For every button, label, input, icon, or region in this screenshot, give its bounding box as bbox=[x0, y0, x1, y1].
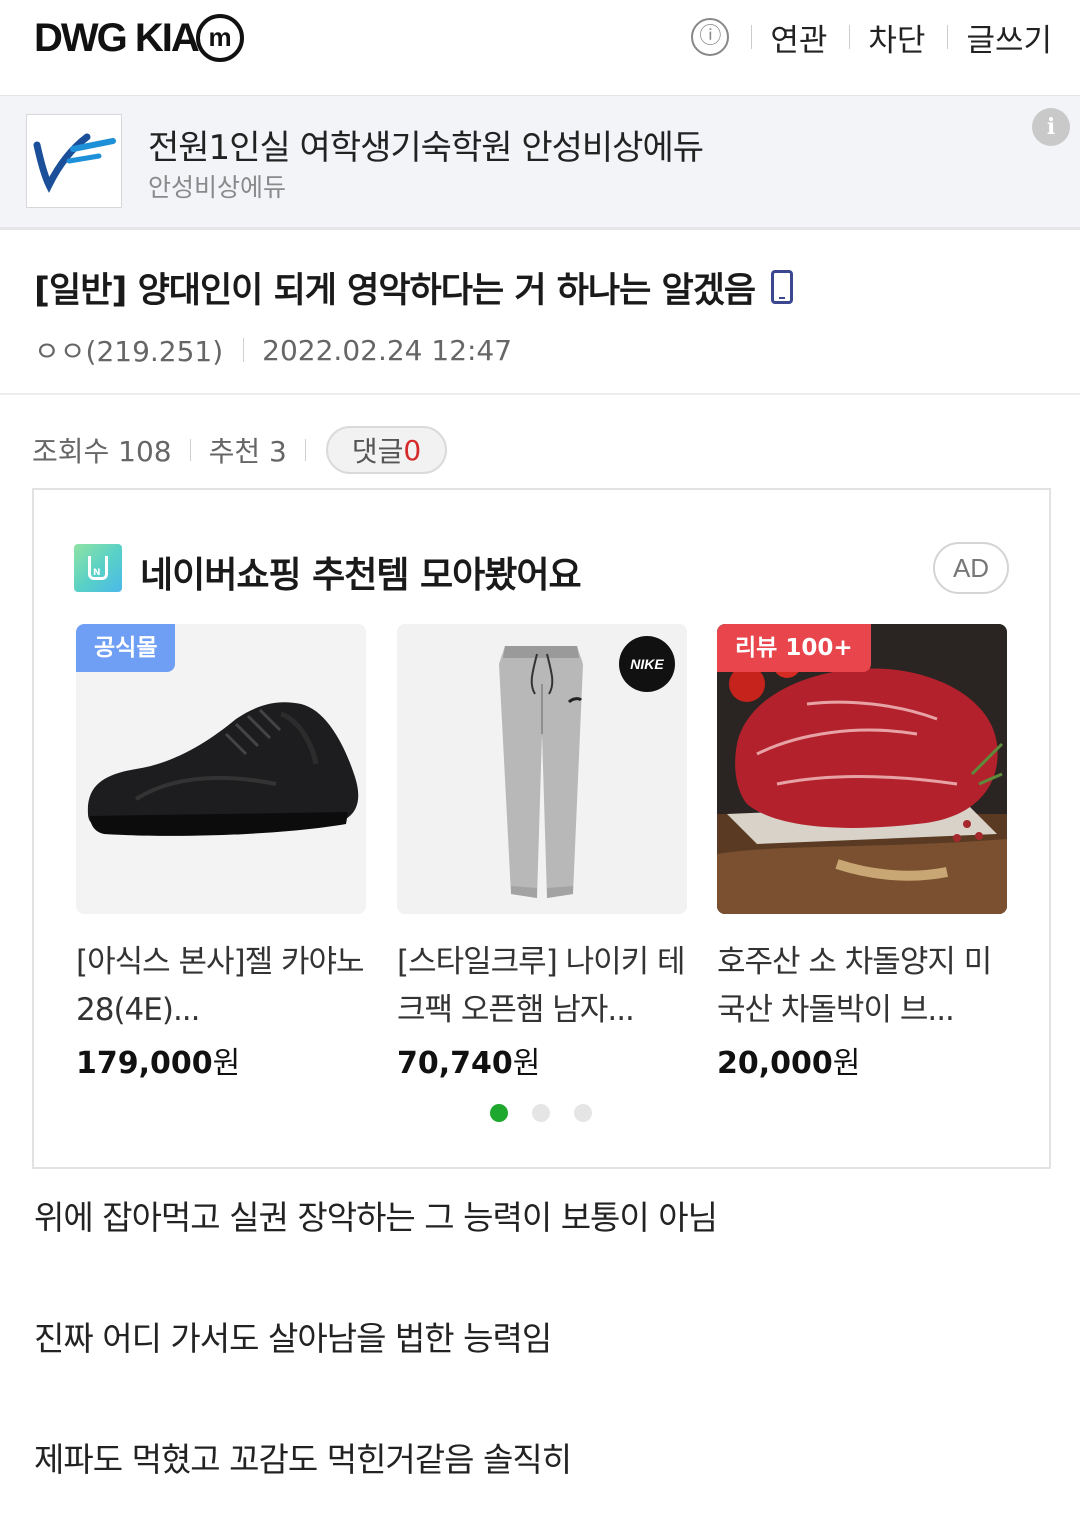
divider bbox=[189, 439, 191, 461]
product-price: 20,000원 bbox=[717, 1038, 1007, 1082]
product-name[interactable]: 호주산 소 차돌양지 미국산 차돌박이 브... bbox=[717, 938, 1007, 1034]
body-paragraph: 진짜 어디 가서도 살아남을 법한 능력임 bbox=[34, 1319, 552, 1358]
mobile-icon bbox=[771, 270, 794, 304]
ad-title[interactable]: 전원1인실 여학생기숙학원 안성비상에듀 bbox=[148, 120, 704, 169]
view-count: 조회수 108 bbox=[32, 435, 172, 468]
top-actions: ⓘ 연관 차단 글쓰기 bbox=[691, 14, 1052, 60]
divider bbox=[304, 439, 306, 461]
top-bar: DWG KIA m ⓘ 연관 차단 글쓰기 bbox=[0, 0, 1080, 96]
product-image-pants[interactable]: NIKE bbox=[397, 624, 687, 914]
divider bbox=[751, 25, 753, 49]
page-dot-2[interactable] bbox=[532, 1104, 550, 1122]
divider bbox=[243, 338, 245, 362]
post-author[interactable]: ㅇㅇ(219.251) bbox=[34, 330, 223, 370]
nike-logo-icon: NIKE bbox=[619, 636, 675, 692]
comment-count: 0 bbox=[403, 433, 422, 467]
comment-label: 댓글 bbox=[351, 435, 404, 468]
post-stats: 조회수 108 추천 3 댓글 0 bbox=[32, 426, 448, 474]
product-tag: 공식몰 bbox=[76, 624, 176, 672]
recommend-count: 추천 3 bbox=[208, 435, 287, 468]
minor-gallery-icon: m bbox=[196, 14, 244, 62]
write-link[interactable]: 글쓰기 bbox=[966, 15, 1052, 60]
ad-banner[interactable]: 전원1인실 여학생기숙학원 안성비상에듀 안성비상에듀 i bbox=[0, 96, 1080, 230]
related-link[interactable]: 연관 bbox=[770, 15, 827, 60]
ad-subtitle: 안성비상에듀 bbox=[148, 173, 287, 202]
post-body: 위에 잡아먹고 실권 장악하는 그 능력이 보통이 아님 진짜 어디 가서도 살… bbox=[34, 1196, 1054, 1521]
price-unit: 원 bbox=[212, 1046, 241, 1081]
post-date: 2022.02.24 12:47 bbox=[262, 333, 513, 367]
post-title: [일반] 양대인이 되게 영악하다는 거 하나는 알겠음 bbox=[34, 262, 794, 313]
carousel-pagination bbox=[490, 1104, 616, 1122]
product-image-beef[interactable]: 리뷰 100+ bbox=[717, 624, 1007, 914]
shopping-heading: 네이버쇼핑 추천템 모아봤어요 bbox=[140, 555, 582, 596]
divider bbox=[849, 25, 851, 49]
product-carousel[interactable]: 공식몰 [아식스 본사]젤 카야노 28(4E)... 179,000원 NIK… bbox=[76, 624, 1016, 1084]
body-paragraph: 위에 잡아먹고 실권 장악하는 그 능력이 보통이 아님 bbox=[34, 1198, 718, 1237]
price-unit: 원 bbox=[512, 1046, 541, 1081]
product-tag: 리뷰 100+ bbox=[717, 624, 871, 672]
page-dot-1[interactable] bbox=[490, 1104, 508, 1122]
price-unit: 원 bbox=[832, 1046, 861, 1081]
product-card[interactable]: 리뷰 100+ 호주산 소 차돌양지 미국산 차돌박이 브... 20,000원 bbox=[717, 624, 1007, 1082]
block-link[interactable]: 차단 bbox=[868, 15, 925, 60]
naver-shopping-icon: N bbox=[74, 544, 122, 592]
ad-info-icon[interactable]: i bbox=[1032, 108, 1070, 146]
price-value: 179,000 bbox=[76, 1046, 213, 1081]
ad-label[interactable]: AD bbox=[933, 542, 1009, 594]
shopping-ad-card: N 네이버쇼핑 추천템 모아봤어요 AD 공식몰 [아식스 본사]젤 카야노 2… bbox=[32, 488, 1051, 1169]
divider bbox=[0, 393, 1080, 395]
advertiser-logo bbox=[26, 114, 122, 208]
post-title-text: [일반] 양대인이 되게 영악하다는 거 하나는 알겠음 bbox=[34, 271, 756, 311]
info-icon[interactable]: ⓘ bbox=[691, 18, 730, 56]
product-image-shoe[interactable]: 공식몰 bbox=[76, 624, 366, 914]
product-price: 70,740원 bbox=[397, 1038, 687, 1082]
product-name[interactable]: [아식스 본사]젤 카야노 28(4E)... bbox=[76, 938, 366, 1034]
post-meta: ㅇㅇ(219.251) 2022.02.24 12:47 bbox=[34, 330, 512, 370]
price-value: 70,740 bbox=[397, 1046, 513, 1081]
product-card[interactable]: 공식몰 [아식스 본사]젤 카야노 28(4E)... 179,000원 bbox=[76, 624, 366, 1082]
price-value: 20,000 bbox=[717, 1046, 833, 1081]
product-card[interactable]: NIKE [스타일크루] 나이키 테크팩 오픈햄 남자... 70,740원 bbox=[397, 624, 687, 1082]
gallery-title[interactable]: DWG KIA bbox=[34, 16, 200, 61]
product-price: 179,000원 bbox=[76, 1038, 366, 1082]
brand-badge-text: NIKE bbox=[630, 656, 664, 672]
body-paragraph: 제파도 먹혔고 꼬감도 먹힌거같음 솔직히 bbox=[34, 1440, 572, 1479]
page-dot-3[interactable] bbox=[574, 1104, 592, 1122]
comment-button[interactable]: 댓글 0 bbox=[325, 426, 448, 474]
divider bbox=[947, 25, 949, 49]
product-name[interactable]: [스타일크루] 나이키 테크팩 오픈햄 남자... bbox=[397, 938, 687, 1034]
